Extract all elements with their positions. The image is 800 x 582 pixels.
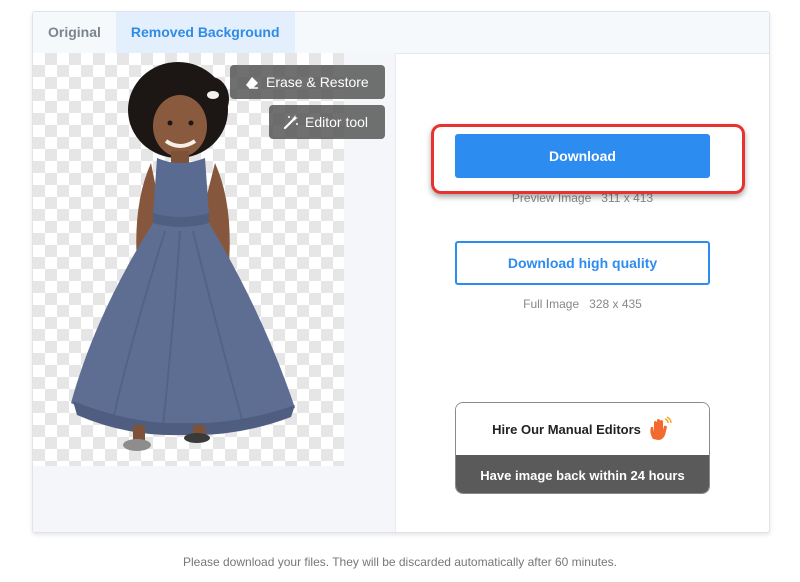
image-preview-pane: Erase & Restore Editor tool: [33, 53, 396, 532]
erase-restore-label: Erase & Restore: [266, 74, 369, 90]
eraser-icon: [246, 77, 258, 89]
result-card: Original Removed Background Erase & Rest…: [32, 11, 770, 533]
tab-removed-background[interactable]: Removed Background: [115, 12, 295, 53]
editor-tool-button[interactable]: Editor tool: [269, 105, 385, 139]
tab-original[interactable]: Original: [33, 12, 116, 53]
discard-notice: Please download your files. They will be…: [182, 555, 617, 569]
preview-image-info: Preview Image 311 x 413: [511, 191, 654, 205]
editor-tool-label: Editor tool: [305, 114, 369, 130]
hire-title-row: Hire Our Manual Editors: [456, 403, 709, 455]
hire-manual-editors-button[interactable]: Hire Our Manual Editors Have image back …: [455, 402, 710, 494]
erase-restore-button[interactable]: Erase & Restore: [230, 65, 385, 99]
hire-subtitle: Have image back within 24 hours: [456, 455, 709, 493]
tab-bar: Original Removed Background: [33, 12, 769, 54]
download-high-quality-button[interactable]: Download high quality: [455, 241, 710, 285]
hire-title: Hire Our Manual Editors: [492, 421, 641, 437]
waving-hand-icon: [650, 416, 672, 440]
full-image-info: Full Image 328 x 435: [523, 297, 642, 311]
download-button[interactable]: Download: [455, 134, 710, 178]
magic-wand-icon: [283, 115, 298, 130]
